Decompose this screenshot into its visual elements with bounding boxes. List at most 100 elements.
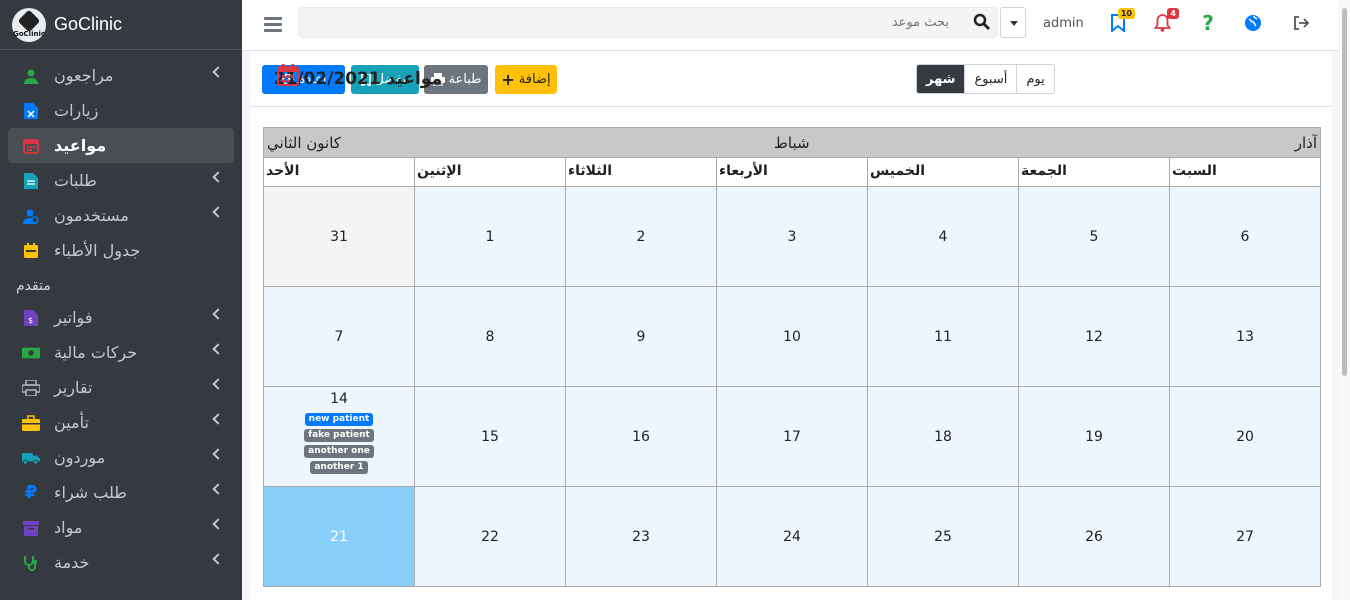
day-cell[interactable]: 3 (717, 187, 868, 287)
top-navbar: admin 10 4 ? (242, 0, 1338, 51)
chevron-icon (212, 553, 224, 565)
day-cell[interactable]: 15 (415, 387, 566, 487)
add-button[interactable]: + إضافة (495, 65, 557, 94)
month-calendar: كانون الثاني شباط آذار الأحد الإثنين الث… (263, 127, 1321, 587)
day-cell[interactable]: 5 (1019, 187, 1170, 287)
day-cell[interactable]: 2 (566, 187, 717, 287)
day-cell[interactable]: 23 (566, 487, 717, 587)
sidebar-item-insurance[interactable]: تأمين (8, 405, 234, 440)
day-cell[interactable]: 10 (717, 287, 868, 387)
sidebar-item-patients[interactable]: مراجعون (8, 58, 234, 93)
next-month-link[interactable]: آذار (1295, 134, 1317, 152)
sidebar-item-reports[interactable]: تقارير (8, 370, 234, 405)
sidebar-item-materials[interactable]: مواد (8, 510, 234, 545)
day-number: 2 (636, 228, 646, 245)
logout-icon[interactable] (1290, 12, 1312, 34)
day-cell[interactable]: 27 (1170, 487, 1321, 587)
day-cell[interactable]: 11 (868, 287, 1019, 387)
appointment-event[interactable]: another one (304, 445, 374, 458)
menu-toggle-icon[interactable] (262, 14, 284, 36)
weekday-header: الأحد الإثنين الثلاثاء الأربعاء الخميس ا… (263, 158, 1321, 187)
appointment-event[interactable]: another 1 (310, 461, 368, 474)
day-cell[interactable]: 4 (868, 187, 1019, 287)
search-box (298, 7, 998, 38)
bookmark-icon[interactable]: 10 (1107, 8, 1135, 34)
sidebar-item-financial[interactable]: حركات مالية (8, 335, 234, 370)
day-cell[interactable]: 9 (566, 287, 717, 387)
globe-icon[interactable] (1242, 12, 1264, 34)
day-number: 3 (787, 228, 797, 245)
day-number: 5 (1089, 228, 1099, 245)
sidebar-item-appointments[interactable]: مواعيد (8, 128, 234, 163)
appointment-event[interactable]: fake patient (304, 429, 374, 442)
svg-text:$: $ (28, 316, 33, 325)
day-cell[interactable]: 24 (717, 487, 868, 587)
day-cell[interactable]: 12 (1019, 287, 1170, 387)
sidebar-item-label: جدول الأطباء (54, 241, 141, 260)
day-cell[interactable]: 7 (264, 287, 415, 387)
bell-icon[interactable]: 4 (1151, 8, 1179, 34)
sidebar-item-users[interactable]: مستخدمون (8, 198, 234, 233)
sidebar-item-label: طلب شراء (54, 483, 128, 502)
view-week-button[interactable]: أسبوع (964, 65, 1017, 93)
day-number: 24 (783, 528, 801, 545)
day-cell[interactable]: 6 (1170, 187, 1321, 287)
day-number: 22 (481, 528, 499, 545)
sidebar-item-doctors-schedule[interactable]: جدول الأطباء (8, 233, 234, 268)
goclinic-logo: GoClinic (12, 7, 46, 42)
chevron-icon (212, 343, 224, 355)
view-month-button[interactable]: شهر (917, 65, 965, 93)
appointment-event[interactable]: new patient (304, 413, 374, 426)
user-name[interactable]: admin (1043, 16, 1084, 31)
day-cell[interactable]: 22 (415, 487, 566, 587)
day-number: 20 (1236, 428, 1254, 445)
sidebar-item-label: خدمة (54, 553, 90, 572)
stethoscope-icon (22, 554, 40, 572)
day-cell[interactable]: 19 (1019, 387, 1170, 487)
sidebar-item-visits[interactable]: زيارات (8, 93, 234, 128)
day-cell[interactable]: 25 (868, 487, 1019, 587)
day-number: 1 (485, 228, 495, 245)
day-cell[interactable]: 13 (1170, 287, 1321, 387)
day-cell[interactable]: 20 (1170, 387, 1321, 487)
archive-icon (22, 519, 40, 537)
sidebar-item-invoices[interactable]: $ فواتير (8, 300, 234, 335)
day-cell[interactable]: 8 (415, 287, 566, 387)
money-icon (22, 344, 40, 362)
sidebar-item-label: فواتير (54, 308, 93, 327)
day-cell[interactable]: 17 (717, 387, 868, 487)
day-cell[interactable]: 16 (566, 387, 717, 487)
sidebar-item-service[interactable]: خدمة (8, 545, 234, 580)
search-input[interactable] (299, 8, 959, 37)
day-cell[interactable]: 14 new patient fake patient another one … (264, 387, 415, 487)
add-label: إضافة (518, 72, 551, 87)
day-cell[interactable]: 31 (264, 187, 415, 287)
day-number: 7 (334, 328, 344, 345)
file-x-icon (22, 102, 40, 120)
briefcase-icon (22, 414, 40, 432)
calendar-icon (277, 64, 299, 90)
day-cell-today[interactable]: 21 (264, 487, 415, 587)
brand[interactable]: GoClinic GoClinic (0, 0, 242, 50)
day-cell[interactable]: 1 (415, 187, 566, 287)
day-number: 14 (330, 391, 348, 407)
search-dropdown-button[interactable] (1000, 7, 1026, 38)
day-number: 19 (1085, 428, 1103, 445)
day-number: 4 (938, 228, 948, 245)
sidebar-section-header: متقدم (16, 278, 51, 294)
sidebar-item-label: مستخدمون (54, 206, 129, 225)
sidebar-item-purchase-order[interactable]: ₽ طلب شراء (8, 475, 234, 510)
sidebar-item-suppliers[interactable]: موردون (8, 440, 234, 475)
weekday-label: الأحد (264, 158, 415, 187)
view-switcher: شهر أسبوع يوم (916, 64, 1055, 94)
sidebar: GoClinic GoClinic مراجعون زيارات مواعيد … (0, 0, 242, 600)
day-cell[interactable]: 18 (868, 387, 1019, 487)
search-icon[interactable] (973, 13, 993, 33)
scrollbar-thumb[interactable] (1342, 8, 1347, 376)
day-number: 8 (485, 328, 495, 345)
view-day-button[interactable]: يوم (1016, 65, 1054, 93)
sidebar-item-requests[interactable]: طلبات (8, 163, 234, 198)
help-icon[interactable]: ? (1197, 11, 1219, 35)
prev-month-link[interactable]: كانون الثاني (267, 134, 341, 152)
day-cell[interactable]: 26 (1019, 487, 1170, 587)
